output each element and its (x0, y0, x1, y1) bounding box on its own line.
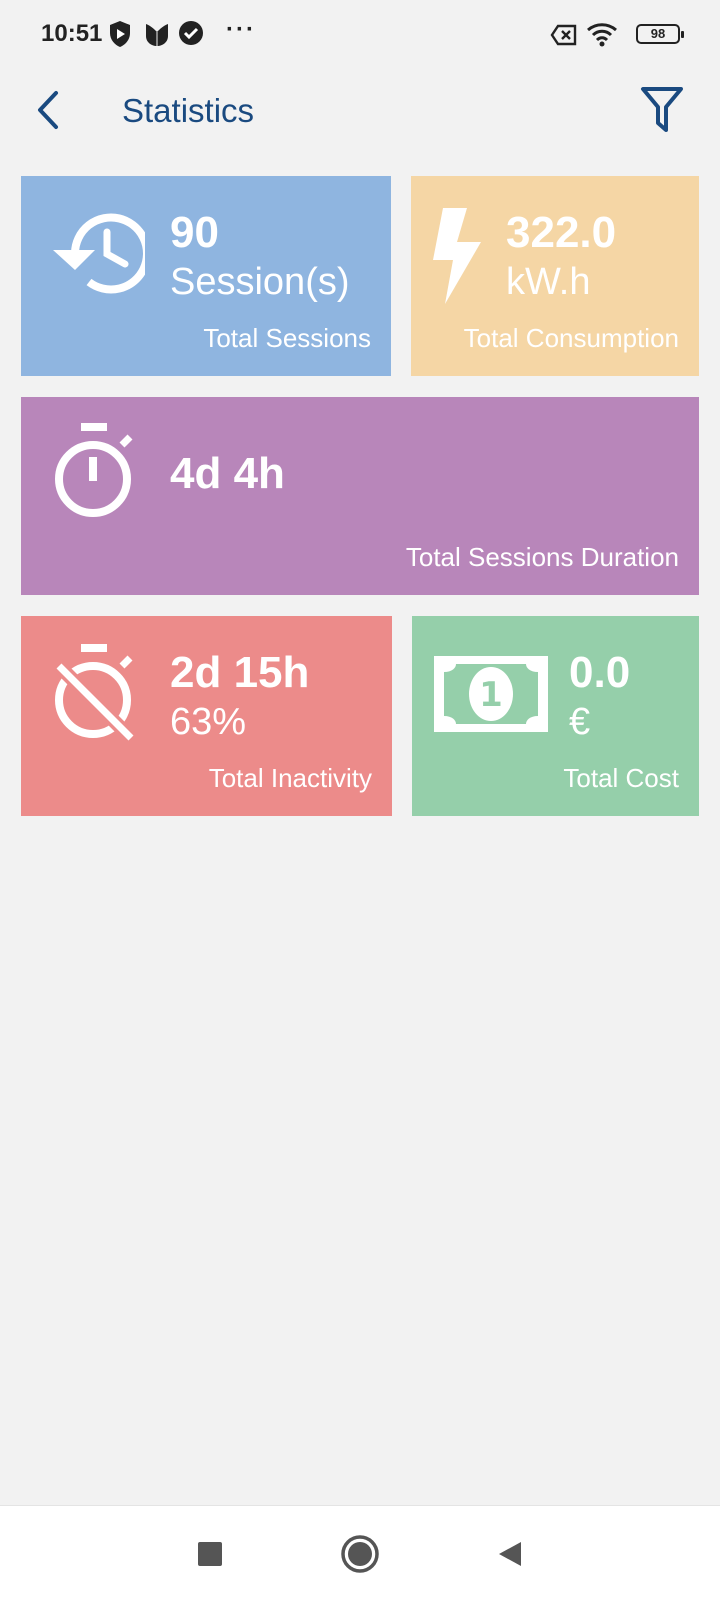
circle-icon (340, 1534, 380, 1579)
card-unit: 63% (170, 701, 247, 743)
card-label: Total Inactivity (208, 763, 372, 793)
shield-play-icon (108, 20, 132, 53)
card-unit: kW.h (506, 261, 591, 303)
card-total-cost[interactable]: 1 0.0 € Total Cost (412, 616, 699, 816)
stopwatch-off-icon (51, 642, 147, 747)
recents-button[interactable] (188, 1534, 232, 1578)
app-bar: Statistics (0, 70, 720, 154)
back-button[interactable] (22, 86, 74, 138)
page-title: Statistics (122, 92, 255, 129)
check-circle-icon (178, 20, 204, 51)
more-notifications: ··· (226, 16, 256, 43)
card-label: Total Sessions Duration (405, 542, 679, 572)
status-bar: 10:51 ··· 98 (0, 0, 720, 70)
card-label: Total Cost (563, 763, 679, 793)
wifi-icon (586, 22, 618, 53)
card-value: 90 (170, 208, 219, 257)
tulip-icon (143, 20, 171, 53)
sim-off-icon (550, 24, 578, 51)
card-value: 2d 15h (170, 648, 310, 697)
card-total-sessions-duration[interactable]: 4d 4h Total Sessions Duration (21, 397, 699, 595)
chevron-left-icon (34, 89, 62, 136)
card-label: Total Consumption (463, 323, 679, 353)
home-button[interactable] (338, 1534, 382, 1578)
card-unit: Session(s) (170, 261, 350, 303)
card-value: 322.0 (506, 208, 617, 257)
lightning-icon (429, 204, 487, 311)
system-nav-bar (0, 1505, 720, 1600)
stopwatch-icon (51, 421, 143, 526)
history-icon (45, 208, 151, 303)
svg-text:1: 1 (479, 675, 503, 715)
card-value: 4d 4h (170, 449, 285, 498)
card-label: Total Sessions (203, 323, 371, 353)
card-total-consumption[interactable]: 322.0 kW.h Total Consumption (411, 176, 699, 376)
card-total-inactivity[interactable]: 2d 15h 63% Total Inactivity (21, 616, 392, 816)
system-back-button[interactable] (488, 1534, 532, 1578)
triangle-back-icon (497, 1540, 523, 1573)
card-total-sessions[interactable]: 90 Session(s) Total Sessions (21, 176, 391, 376)
banknote-icon: 1 (432, 654, 550, 739)
filter-button[interactable] (636, 84, 688, 140)
status-time: 10:51 (41, 20, 103, 47)
card-value: 0.0 (569, 648, 631, 697)
card-unit: € (569, 701, 591, 743)
filter-icon (640, 85, 684, 140)
square-icon (197, 1541, 223, 1572)
battery-indicator: 98 (636, 24, 684, 44)
